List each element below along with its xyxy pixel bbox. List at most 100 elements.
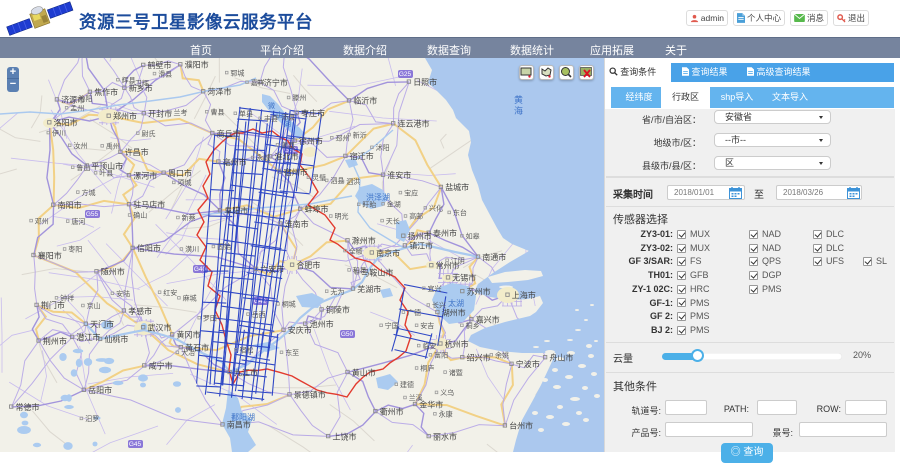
svg-text:漯河市: 漯河市: [133, 171, 157, 181]
svg-text:滕州: 滕州: [292, 93, 306, 102]
svg-text:永城: 永城: [256, 153, 270, 162]
svg-text:无为: 无为: [330, 287, 344, 296]
svg-text:周口市: 周口市: [168, 168, 192, 178]
svg-text:郓城: 郓城: [230, 68, 244, 77]
svg-text:宁国: 宁国: [385, 321, 399, 330]
svg-text:宿迁市: 宿迁市: [350, 151, 374, 161]
svg-text:舟山市: 舟山市: [549, 353, 573, 363]
svg-text:东台: 东台: [453, 208, 467, 217]
svg-text:东至: 东至: [285, 348, 299, 357]
svg-text:明光: 明光: [335, 212, 349, 221]
svg-text:邓州: 邓州: [35, 217, 49, 225]
svg-text:台州市: 台州市: [509, 421, 533, 431]
svg-text:驻马店市: 驻马店市: [133, 200, 165, 210]
svg-text:岳阳市: 岳阳市: [88, 385, 112, 395]
svg-text:安陆: 安陆: [116, 289, 130, 298]
svg-text:滁州市: 滁州市: [352, 236, 376, 246]
svg-text:九江市: 九江市: [234, 367, 258, 377]
svg-text:丽水市: 丽水市: [433, 431, 457, 441]
svg-text:绍兴市: 绍兴市: [467, 353, 491, 363]
svg-text:大冶: 大冶: [181, 348, 195, 357]
svg-text:曹县: 曹县: [211, 107, 225, 116]
svg-text:禹州: 禹州: [106, 143, 120, 151]
svg-text:南阳市: 南阳市: [58, 200, 82, 210]
svg-text:仙桃市: 仙桃市: [104, 334, 128, 344]
svg-text:兰溪: 兰溪: [409, 393, 423, 402]
svg-text:池州市: 池州市: [310, 319, 334, 329]
svg-text:义乌: 义乌: [440, 388, 454, 397]
svg-text:广德: 广德: [407, 308, 421, 317]
svg-text:G55: G55: [86, 211, 99, 218]
svg-text:济宁市: 济宁市: [264, 77, 288, 87]
svg-text:高邮: 高邮: [409, 212, 423, 221]
svg-text:许昌市: 许昌市: [125, 147, 149, 157]
svg-text:信阳市: 信阳市: [137, 243, 161, 253]
svg-text:罗田: 罗田: [203, 314, 217, 322]
svg-text:沁阳: 沁阳: [79, 94, 93, 103]
svg-text:平顶山市: 平顶山市: [91, 161, 123, 171]
svg-text:海: 海: [514, 105, 523, 116]
svg-text:宝应: 宝应: [404, 188, 418, 197]
svg-text:钟祥: 钟祥: [60, 294, 74, 303]
svg-text:金华市: 金华市: [419, 399, 443, 409]
svg-text:唐河: 唐河: [71, 217, 85, 226]
svg-text:景德镇市: 景德镇市: [294, 390, 326, 400]
svg-text:上饶市: 上饶市: [333, 431, 357, 441]
svg-text:连云港市: 连云港市: [398, 119, 430, 129]
svg-text:黄山市: 黄山市: [352, 367, 376, 377]
svg-text:衢州市: 衢州市: [380, 406, 404, 416]
svg-text:桐乡: 桐乡: [466, 321, 480, 330]
svg-text:如皋: 如皋: [466, 232, 480, 241]
svg-text:淮安市: 淮安市: [387, 170, 411, 180]
svg-text:全椒: 全椒: [349, 246, 363, 255]
svg-text:上海市: 上海市: [512, 290, 536, 300]
svg-text:扬州市: 扬州市: [408, 231, 432, 241]
svg-text:岳西: 岳西: [252, 311, 266, 319]
svg-text:桐城: 桐城: [282, 300, 296, 309]
svg-text:合肥市: 合肥市: [296, 260, 320, 270]
svg-text:新蔡: 新蔡: [182, 213, 196, 222]
svg-text:G50: G50: [341, 331, 354, 338]
svg-text:邳州: 邳州: [336, 134, 350, 142]
svg-text:单县: 单县: [239, 109, 253, 118]
svg-text:嘉祥: 嘉祥: [251, 78, 265, 87]
svg-text:宁波市: 宁波市: [516, 359, 540, 369]
svg-text:濮阳市: 濮阳市: [185, 60, 209, 70]
svg-text:亳州市: 亳州市: [223, 157, 247, 167]
svg-text:滑县: 滑县: [158, 69, 172, 78]
svg-text:富阳: 富阳: [434, 351, 448, 360]
svg-text:兴化: 兴化: [429, 204, 443, 213]
svg-text:武汉市: 武汉市: [148, 323, 172, 333]
svg-text:固始: 固始: [217, 242, 231, 251]
svg-text:G45: G45: [129, 441, 142, 448]
svg-text:淮南市: 淮南市: [285, 219, 309, 229]
svg-text:菏泽市: 菏泽市: [208, 87, 232, 97]
svg-text:汝州: 汝州: [73, 141, 87, 150]
svg-text:天门市: 天门市: [90, 319, 114, 329]
svg-text:日照市: 日照市: [413, 77, 437, 87]
svg-text:余姚: 余姚: [495, 351, 509, 360]
svg-text:桐庐: 桐庐: [420, 364, 434, 373]
svg-text:沭阳: 沭阳: [376, 143, 390, 152]
svg-text:叶县: 叶县: [99, 169, 113, 178]
svg-text:微: 微: [268, 101, 275, 110]
svg-text:辉县: 辉县: [122, 76, 136, 84]
svg-text:六安市: 六安市: [260, 264, 284, 274]
svg-text:蚌埠市: 蚌埠市: [305, 204, 329, 214]
svg-text:荆州市: 荆州市: [43, 336, 67, 346]
svg-text:郑州市: 郑州市: [113, 111, 137, 121]
svg-text:常德市: 常德市: [16, 402, 40, 412]
svg-text:麻城: 麻城: [183, 294, 197, 303]
svg-text:和县: 和县: [353, 266, 367, 275]
svg-text:安庆市: 安庆市: [288, 325, 312, 335]
svg-text:盐城市: 盐城市: [445, 182, 469, 192]
svg-text:随州市: 随州市: [101, 267, 125, 277]
svg-text:太湖: 太湖: [448, 298, 464, 308]
svg-text:淮北市: 淮北市: [275, 152, 299, 162]
svg-text:永康: 永康: [439, 410, 453, 419]
svg-text:山: 山: [276, 110, 283, 119]
svg-text:洪泽湖: 洪泽湖: [366, 192, 390, 202]
svg-text:确山: 确山: [133, 211, 147, 220]
svg-text:萧县: 萧县: [281, 141, 295, 150]
svg-text:湖: 湖: [284, 119, 291, 128]
